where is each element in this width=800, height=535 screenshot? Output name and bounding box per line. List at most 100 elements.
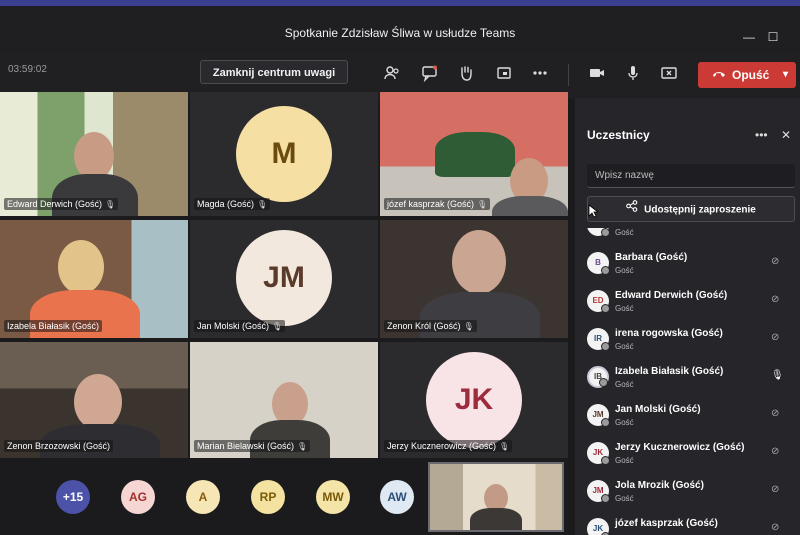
avatar: JM	[587, 404, 610, 427]
participants-panel: Uczestnicy ••• ✕ Wpisz nazwę Udostępnij …	[575, 98, 800, 535]
video-tile[interactable]: JK Jerzy Kucznerowicz (Gość) 🎙︎	[380, 342, 568, 458]
video-tile[interactable]: Zenon Brzozowski (Gość)	[0, 342, 188, 458]
participant-video	[74, 374, 122, 430]
mouse-cursor-icon	[588, 204, 600, 223]
close-spotlight-button[interactable]: Zamknij centrum uwagi	[200, 60, 348, 84]
avatar	[587, 228, 610, 237]
status-dot	[601, 456, 610, 465]
video-tile[interactable]: Zenon Król (Gość) 🎙︎	[380, 220, 568, 338]
avatar-initials: JM	[592, 410, 604, 419]
self-view[interactable]	[428, 462, 564, 532]
avatar: JM	[236, 230, 332, 326]
mic-off-icon: ⊘	[771, 408, 780, 419]
avatar: JK	[587, 518, 610, 535]
share-screen-icon[interactable]	[658, 64, 680, 84]
video-tile[interactable]: Edward Derwich (Gość) 🎙︎	[0, 92, 188, 216]
tile-name-label: Izabela Białasik (Gość)	[4, 320, 103, 332]
participant-name: Barbara (Gość)	[615, 252, 688, 263]
participant-video	[452, 230, 506, 294]
video-tile[interactable]: Marian Bielawski (Gość) 🎙︎	[190, 342, 378, 458]
more-icon[interactable]: •••	[755, 128, 768, 142]
tile-name: józef kasprzak (Gość)	[387, 199, 475, 209]
avatar: JM	[587, 480, 610, 503]
list-item[interactable]: JK Jerzy Kucznerowicz (Gość) Gość ⊘	[575, 436, 800, 474]
participant-name: irena rogowska (Gość)	[615, 328, 723, 339]
tile-name-label: Marian Bielawski (Gość) 🎙︎	[194, 440, 311, 452]
tile-name: Izabela Białasik (Gość)	[7, 321, 100, 331]
more-options-icon[interactable]	[529, 64, 551, 84]
tile-name: Zenon Brzozowski (Gość)	[7, 441, 111, 451]
mic-off-icon: ⊘	[771, 294, 780, 305]
avatar-initials: ED	[592, 296, 604, 305]
participant-body	[250, 420, 330, 458]
avatar: JK	[426, 352, 522, 448]
mic-off-icon: ⊘	[771, 446, 780, 457]
participant-list: Gość ⊘ B Barbara (Gość) Gość ⊘ ED Edward…	[575, 228, 800, 535]
search-input[interactable]: Wpisz nazwę	[587, 164, 795, 188]
chat-icon[interactable]	[419, 64, 441, 84]
status-dot	[601, 266, 610, 275]
minimize-icon[interactable]: —	[742, 30, 756, 44]
leave-button[interactable]: Opuść ▾	[698, 62, 796, 88]
camera-icon[interactable]	[586, 64, 608, 84]
video-tile[interactable]: M Magda (Gość) 🎙︎	[190, 92, 378, 216]
maximize-icon[interactable]: ☐	[766, 30, 780, 44]
microphone-icon[interactable]	[622, 64, 644, 84]
avatar[interactable]: AG	[121, 480, 155, 514]
toolbar-divider	[568, 64, 569, 86]
video-tile[interactable]: Izabela Białasik (Gość)	[0, 220, 188, 338]
tile-name: Magda (Gość)	[197, 199, 255, 209]
mic-off-icon: ⊘	[771, 332, 780, 343]
leave-label: Opuść	[732, 68, 770, 82]
tile-name-label: Edward Derwich (Gość) 🎙︎	[4, 198, 119, 210]
list-item[interactable]: JM Jola Mrozik (Gość) Gość ⊘	[575, 474, 800, 512]
video-tile[interactable]: JM Jan Molski (Gość) 🎙︎	[190, 220, 378, 338]
meeting-timer: 03:59:02	[8, 64, 47, 75]
participant-role: Gość	[615, 494, 634, 503]
avatar[interactable]: AW	[380, 480, 414, 514]
mic-off-icon: 🎙︎	[272, 322, 283, 331]
list-item[interactable]: IR irena rogowska (Gość) Gość ⊘	[575, 322, 800, 360]
raise-hand-icon[interactable]	[455, 64, 477, 84]
people-icon[interactable]	[381, 64, 403, 84]
participant-role: Gość	[615, 418, 634, 427]
avatar[interactable]: RP	[251, 480, 285, 514]
chevron-down-icon[interactable]: ▾	[783, 62, 788, 88]
avatar: IB	[587, 366, 609, 388]
list-item[interactable]: ED Edward Derwich (Gość) Gość ⊘	[575, 284, 800, 322]
participant-name: Izabela Białasik (Gość)	[615, 366, 724, 377]
list-item[interactable]: JM Jan Molski (Gość) Gość ⊘	[575, 398, 800, 436]
panel-title: Uczestnicy	[587, 128, 650, 142]
tile-name-label: Zenon Król (Gość) 🎙︎	[384, 320, 477, 332]
list-item[interactable]: JK józef kasprzak (Gość) ⊘	[575, 512, 800, 535]
tile-name: Marian Bielawski (Gość)	[197, 441, 295, 451]
list-item[interactable]: IB Izabela Białasik (Gość) Gość 🎙︎	[575, 360, 800, 398]
mic-off-icon: ⊘	[771, 228, 779, 229]
list-item[interactable]: B Barbara (Gość) Gość ⊘	[575, 246, 800, 284]
plants-decoration	[435, 132, 515, 177]
participant-role: Gość	[615, 228, 634, 237]
mic-off-icon: 🎙︎	[257, 200, 268, 209]
share-invite-button[interactable]: Udostępnij zaproszenie	[587, 196, 795, 222]
share-icon	[626, 197, 638, 223]
status-dot	[601, 228, 610, 237]
share-tray-icon[interactable]	[493, 64, 515, 84]
participant-name: Jan Molski (Gość)	[615, 404, 701, 415]
self-view-body	[470, 508, 522, 530]
close-icon[interactable]: ✕	[781, 128, 791, 142]
avatar[interactable]: MW	[316, 480, 350, 514]
avatar[interactable]: A	[186, 480, 220, 514]
tile-name: Zenon Król (Gość)	[387, 321, 461, 331]
list-item[interactable]: Gość ⊘	[575, 228, 800, 246]
video-tile[interactable]: józef kasprzak (Gość) 🎙︎	[380, 92, 568, 216]
tile-name-label: Zenon Brzozowski (Gość)	[4, 440, 114, 452]
mic-off-icon: ⊘	[771, 484, 780, 495]
more-participants-button[interactable]: +15	[56, 480, 90, 514]
mic-off-icon: 🎙︎	[297, 442, 308, 451]
avatar: IR	[587, 328, 610, 351]
avatar-initials: IR	[594, 334, 602, 343]
participant-role: Gość	[615, 456, 634, 465]
participant-video	[58, 240, 104, 294]
participant-role: Gość	[615, 342, 634, 351]
status-dot	[601, 304, 610, 313]
